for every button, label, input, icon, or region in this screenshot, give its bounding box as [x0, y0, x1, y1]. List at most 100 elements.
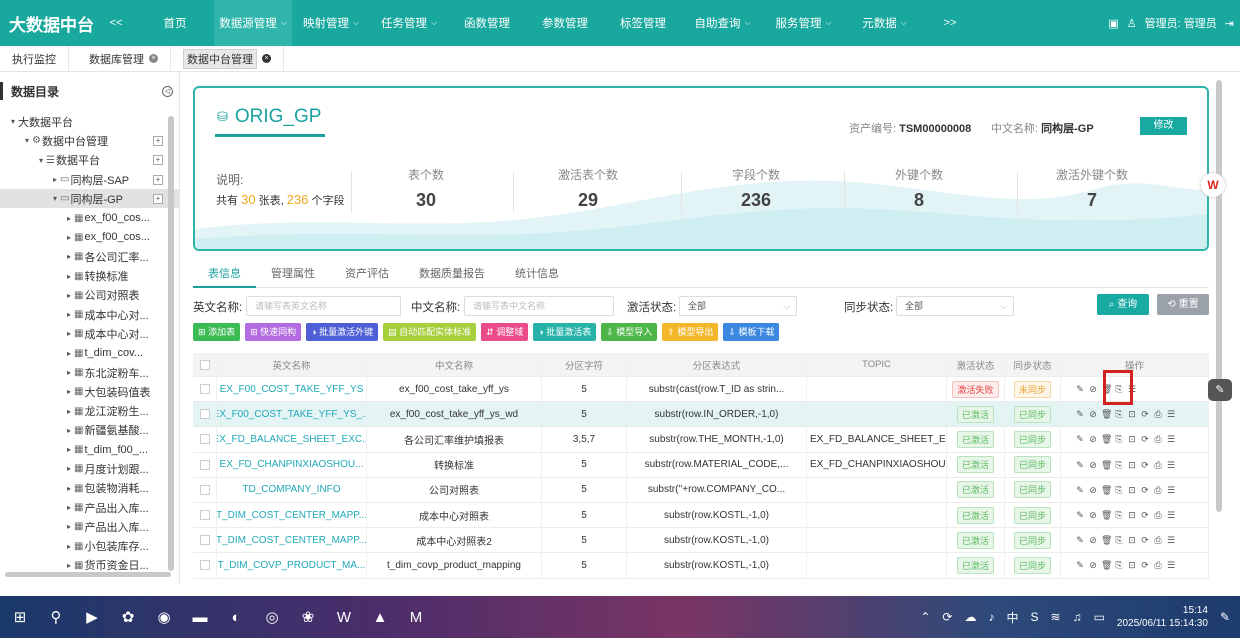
tree-node[interactable]: ▸ ▦ ex_f00_cos...: [0, 228, 179, 247]
tree-node[interactable]: ▾ ☰ 数据平台 +: [0, 151, 179, 170]
caret-right-icon[interactable]: ▸: [64, 464, 74, 473]
edit-button[interactable]: 修改: [1140, 117, 1187, 135]
list-icon[interactable]: ☰: [1166, 434, 1176, 444]
caret-right-icon[interactable]: ▸: [64, 272, 74, 281]
nav-item-8[interactable]: 服务管理 ⌵: [763, 0, 844, 46]
tree-node[interactable]: ▸ ▦ 成本中心对...: [0, 305, 179, 324]
tree-node[interactable]: ▸ ▦ 转换标准: [0, 266, 179, 285]
query-button[interactable]: ⌕ 查询: [1097, 294, 1149, 315]
row-checkbox[interactable]: [193, 377, 217, 402]
add-icon[interactable]: +: [153, 193, 163, 204]
tree-node[interactable]: ▸ ▦ t_dim_f00_...: [0, 440, 179, 459]
caret-right-icon[interactable]: ▸: [64, 522, 74, 531]
delete-icon[interactable]: 🗑: [1101, 460, 1112, 470]
ime-indicator[interactable]: 中: [1006, 609, 1018, 626]
monitor-icon[interactable]: ▣: [1108, 17, 1118, 30]
app-icon[interactable]: ◎: [258, 603, 286, 631]
tree-node[interactable]: ▸ ▦ 小包装库存...: [0, 537, 179, 556]
battery-icon[interactable]: ▭: [1094, 610, 1105, 624]
content-tab-4[interactable]: 统计信息: [500, 262, 574, 288]
table-row[interactable]: T_DIM_COST_CENTER_MAPP... 成本中心对照表2 5 substr…: [193, 528, 1209, 554]
disable-icon[interactable]: ⊘: [1088, 560, 1098, 570]
caret-right-icon[interactable]: ▸: [64, 291, 74, 300]
action-button-5[interactable]: ◑ 批量激活表: [533, 323, 597, 341]
preview-icon[interactable]: ⊡: [1127, 460, 1137, 470]
nav-item-3[interactable]: 任务管理 ⌵: [370, 0, 448, 46]
caret-right-icon[interactable]: ▸: [64, 407, 74, 416]
table-en-name-link[interactable]: T_DIM_COVP_PRODUCT_MA...: [217, 553, 367, 578]
chrome-icon[interactable]: ◉: [150, 603, 178, 631]
logout-icon[interactable]: ⇥: [1225, 17, 1234, 30]
m-app-icon[interactable]: M: [402, 603, 430, 631]
mic-icon[interactable]: ♪: [988, 610, 994, 624]
clock[interactable]: 15:14 2025/06/11 15:14:30: [1117, 604, 1208, 630]
table-row[interactable]: T_DIM_COVP_PRODUCT_MA... t_dim_covp_produ…: [193, 553, 1209, 579]
caret-right-icon[interactable]: ▸: [64, 484, 74, 493]
nav-item-9[interactable]: 元数据 ⌵: [844, 0, 925, 46]
preview-icon[interactable]: ⊡: [1127, 409, 1137, 419]
row-checkbox[interactable]: [193, 528, 217, 553]
refresh-icon[interactable]: ⟳: [1140, 460, 1150, 470]
caret-right-icon[interactable]: ▸: [64, 368, 74, 377]
disable-icon[interactable]: ⊘: [1088, 434, 1098, 444]
edit-icon[interactable]: ✎: [1075, 434, 1085, 444]
action-button-4[interactable]: ⇵ 调整域: [481, 323, 529, 341]
tree-node[interactable]: ▸ ▦ 各公司汇率...: [0, 247, 179, 266]
tree-node[interactable]: ▸ ▦ 大包装码值表: [0, 382, 179, 401]
windows-start-icon[interactable]: ⊞: [6, 603, 34, 631]
row-checkbox[interactable]: [193, 502, 217, 528]
sync-status-select[interactable]: 全部 ⌵: [896, 296, 1014, 316]
tree-node[interactable]: ▾ 大数据平台: [0, 112, 179, 131]
nav-more-button[interactable]: >>: [925, 17, 975, 29]
edit-icon[interactable]: ✎: [1075, 535, 1085, 545]
disable-icon[interactable]: ⊘: [1088, 460, 1098, 470]
wps-icon[interactable]: W: [330, 603, 358, 631]
action-button-6[interactable]: ⇩ 模型导入: [601, 323, 658, 341]
tree-node[interactable]: ▸ ▦ 公司对照表: [0, 286, 179, 305]
caret-right-icon[interactable]: ▸: [64, 349, 74, 358]
tree-node[interactable]: ▸ ▦ t_dim_cov...: [0, 344, 179, 363]
page-tab-0[interactable]: 执行监控: [0, 45, 69, 72]
caret-right-icon[interactable]: ▸: [64, 445, 74, 454]
main-scrollbar[interactable]: [1216, 80, 1222, 512]
copy-icon[interactable]: ⎘: [1114, 560, 1124, 570]
powershell-icon[interactable]: ▶: [78, 603, 106, 631]
tree-node[interactable]: ▾ ⚙ 数据中台管理 +: [0, 131, 179, 150]
copy-icon[interactable]: ⎘: [1114, 535, 1124, 545]
nav-item-2[interactable]: 映射管理 ⌵: [292, 0, 370, 46]
add-icon[interactable]: +: [153, 135, 163, 146]
tree-node[interactable]: ▸ ▦ 成本中心对...: [0, 324, 179, 343]
caret-right-icon[interactable]: ▸: [50, 175, 60, 184]
action-button-1[interactable]: ⊞ 快速同构: [245, 323, 302, 341]
content-tab-0[interactable]: 表信息: [193, 262, 256, 288]
tree-node[interactable]: ▸ ▦ 新疆氨基酸...: [0, 421, 179, 440]
wifi-icon[interactable]: ≋: [1051, 610, 1061, 624]
caret-right-icon[interactable]: ▸: [64, 426, 74, 435]
list-icon[interactable]: ☰: [1166, 460, 1176, 470]
edit-icon[interactable]: ✎: [1075, 460, 1085, 470]
edit-icon[interactable]: ✎: [1075, 485, 1085, 495]
table-en-name-link[interactable]: EX_F00_COST_TAKE_YFF_YS_...: [217, 402, 367, 427]
copy-icon[interactable]: ⎘: [1114, 485, 1124, 495]
reset-button[interactable]: ⟲ 重置: [1157, 294, 1209, 315]
caret-right-icon[interactable]: ▸: [64, 233, 74, 242]
list-icon[interactable]: ☰: [1166, 485, 1176, 495]
clipboard-icon[interactable]: ⎙: [1153, 510, 1163, 520]
refresh-icon[interactable]: ⟳: [1140, 535, 1150, 545]
add-icon[interactable]: +: [153, 174, 163, 185]
caret-right-icon[interactable]: ▸: [64, 310, 74, 319]
chevron-up-icon[interactable]: ⌃: [920, 610, 930, 624]
refresh-icon[interactable]: ⟳: [1140, 560, 1150, 570]
row-checkbox[interactable]: [193, 452, 217, 477]
list-icon[interactable]: ☰: [1166, 535, 1176, 545]
list-icon[interactable]: ☰: [1166, 560, 1176, 570]
edge-icon[interactable]: ◐: [222, 603, 250, 631]
list-icon[interactable]: ☰: [1166, 409, 1176, 419]
sidebar-scrollbar[interactable]: [168, 116, 174, 571]
content-tab-3[interactable]: 数据质量报告: [404, 262, 500, 288]
paw-icon[interactable]: ❀: [294, 603, 322, 631]
delete-icon[interactable]: 🗑: [1101, 560, 1112, 570]
caret-right-icon[interactable]: ▸: [64, 542, 74, 551]
en-name-input[interactable]: 请输写表英文名称: [246, 296, 401, 316]
table-row[interactable]: EX_FD_CHANPINXIAOSHOU... 转换标准 5 substr(row.…: [193, 452, 1209, 478]
